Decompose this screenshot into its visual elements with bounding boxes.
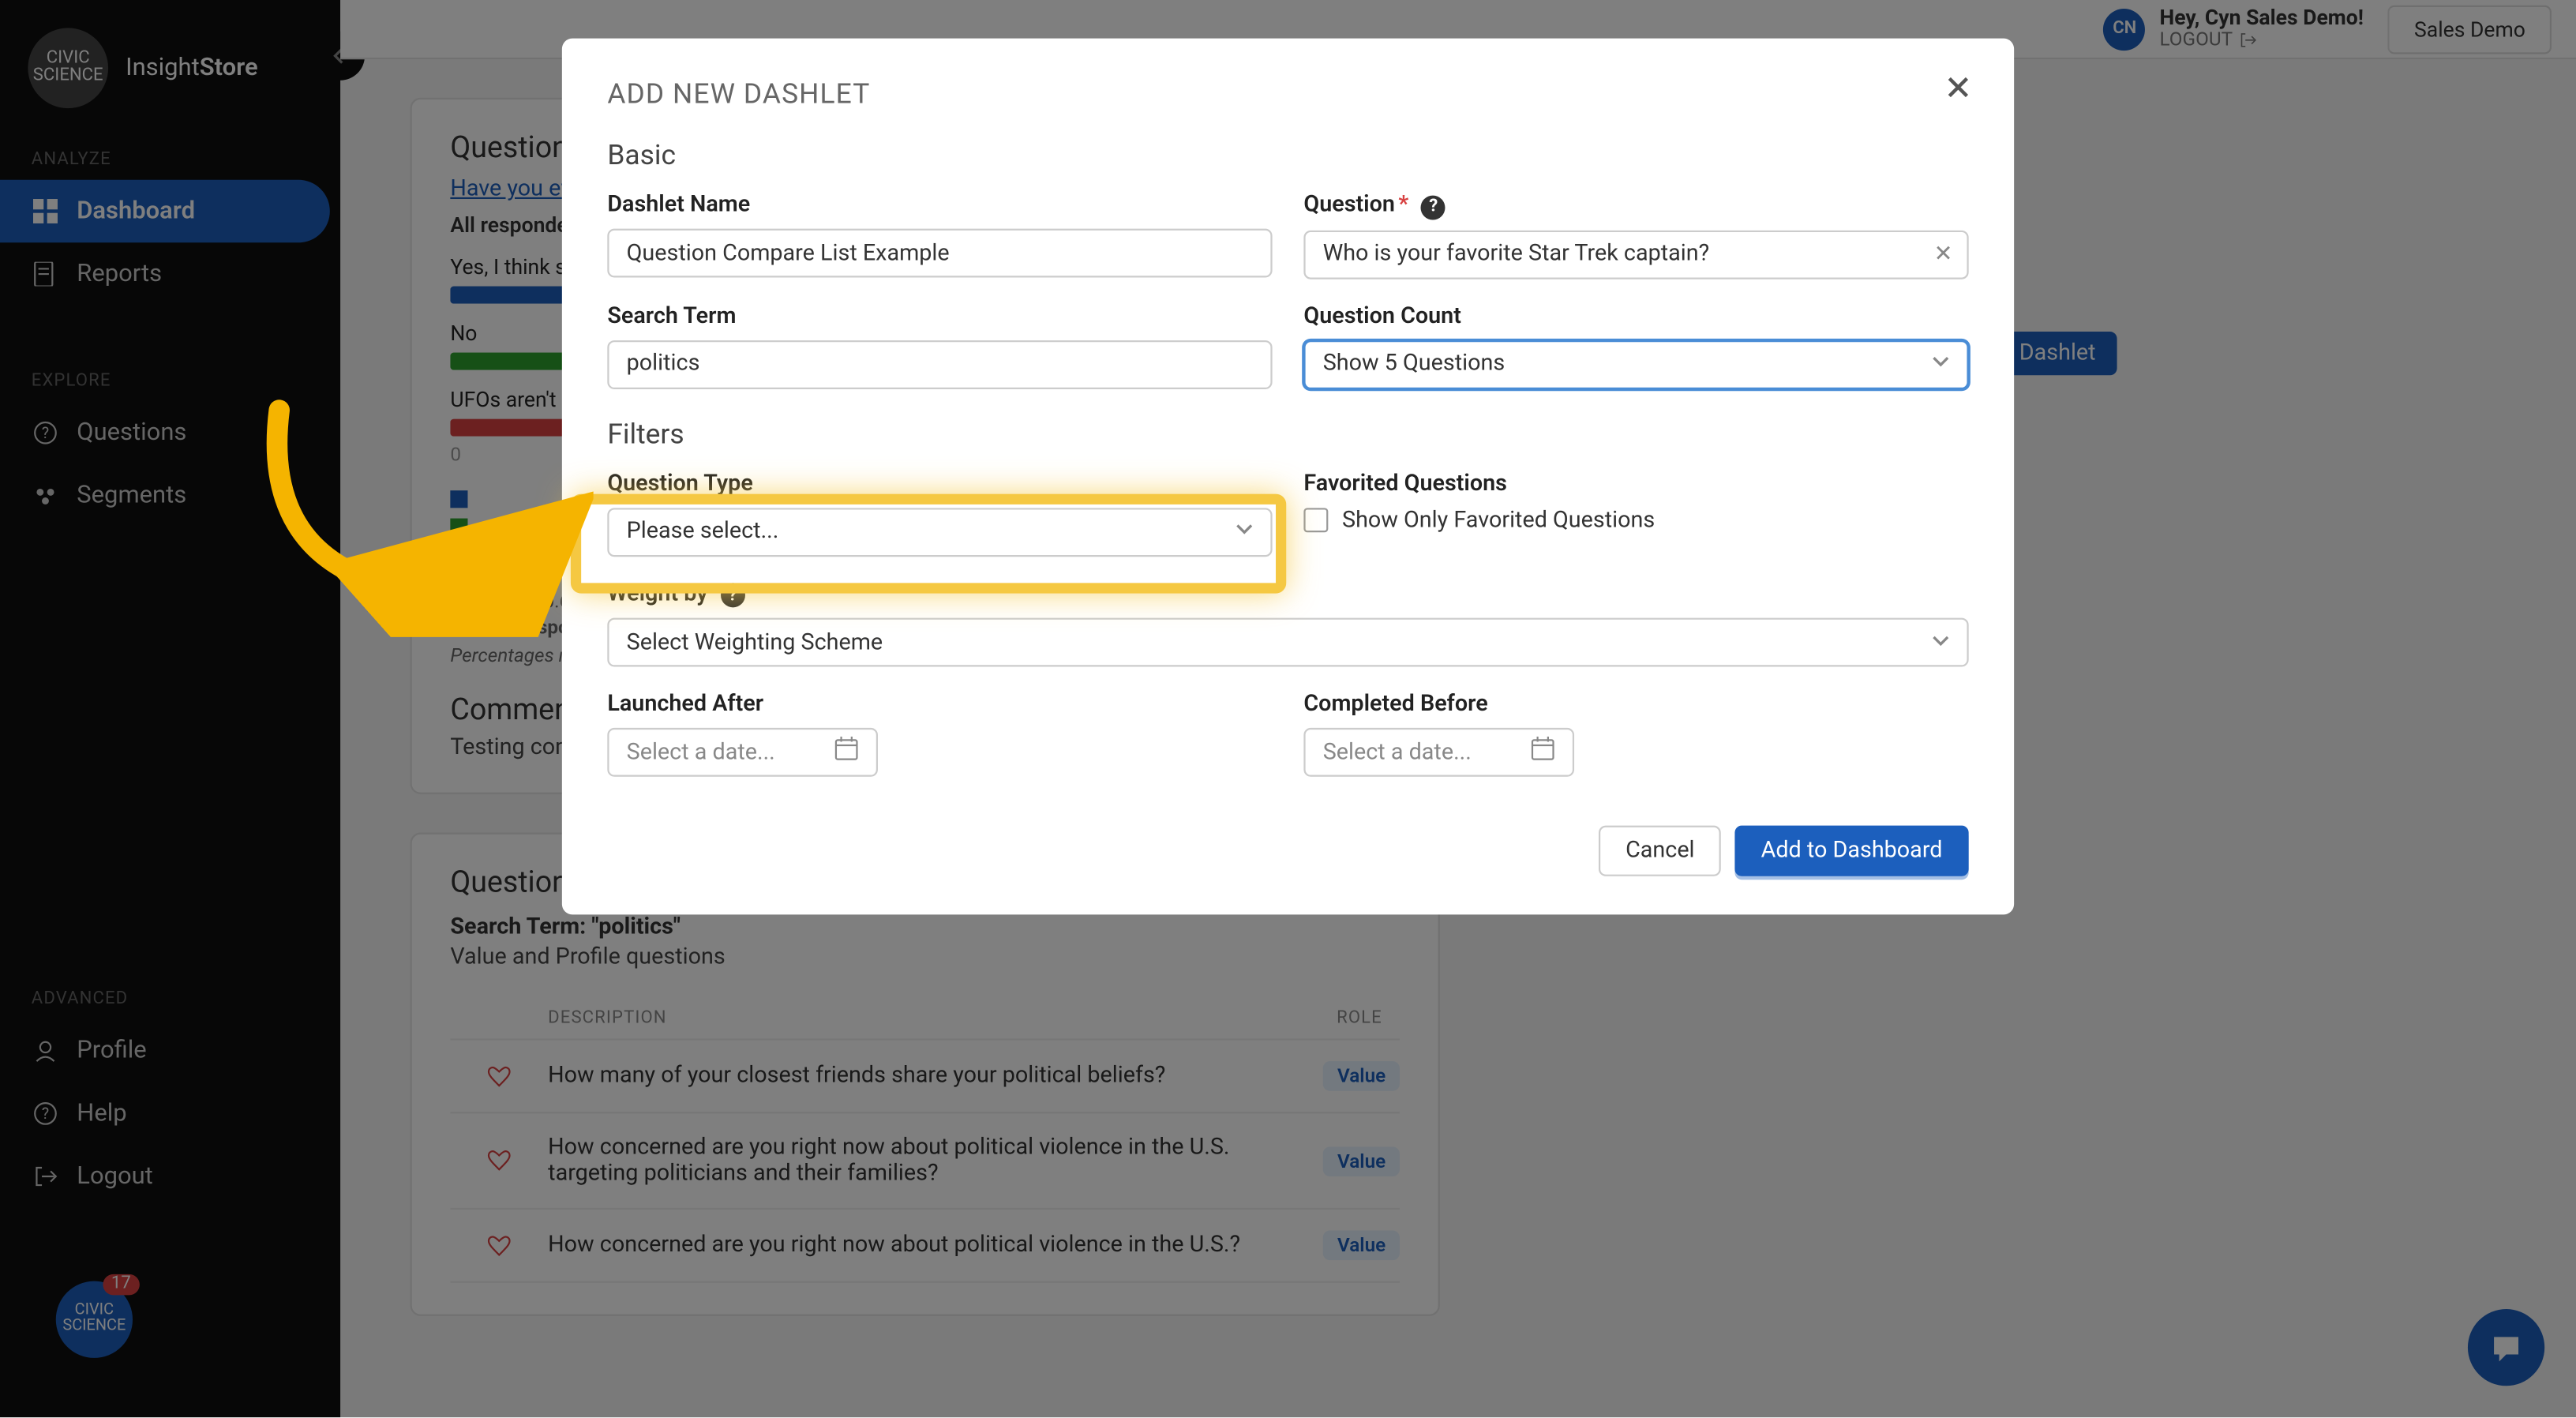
calendar-icon (1531, 737, 1555, 768)
chevron-down-icon (1932, 629, 1949, 655)
search-term-input[interactable]: politics (607, 339, 1272, 388)
close-icon (1944, 73, 1972, 101)
cancel-button[interactable]: Cancel (1599, 826, 1721, 876)
search-term-label: Search Term (607, 303, 1272, 329)
modal-close-button[interactable] (1944, 73, 1979, 108)
section-filters: Filters (607, 416, 1968, 449)
question-type-select[interactable]: Please select... (607, 507, 1272, 556)
chevron-down-icon (1932, 351, 1949, 377)
info-icon[interactable]: ? (1421, 194, 1445, 219)
section-basic: Basic (607, 138, 1968, 171)
favorited-checkbox[interactable]: Show Only Favorited Questions (1303, 507, 1968, 533)
calendar-icon (834, 737, 859, 768)
completed-before-input[interactable]: Select a date... (1303, 728, 1574, 777)
info-icon[interactable]: ? (721, 583, 745, 607)
chevron-down-icon (1236, 519, 1253, 545)
favorited-questions-label: Favorited Questions (1303, 471, 1968, 497)
add-to-dashboard-button[interactable]: Add to Dashboard (1734, 826, 1968, 876)
clear-icon[interactable]: ✕ (1934, 241, 1953, 267)
question-count-select[interactable]: Show 5 Questions (1303, 339, 1968, 388)
question-count-label: Question Count (1303, 303, 1968, 329)
question-input[interactable]: Who is your favorite Star Trek captain? … (1303, 230, 1968, 279)
question-label: Question* ? (1303, 192, 1968, 219)
weight-by-select[interactable]: Select Weighting Scheme (607, 618, 1968, 667)
weight-by-label: Weight by ? (607, 580, 1968, 607)
launched-after-input[interactable]: Select a date... (607, 728, 878, 777)
add-dashlet-modal: ADD NEW DASHLET Basic Dashlet Name Quest… (562, 39, 2014, 915)
modal-title: ADD NEW DASHLET (607, 77, 1968, 110)
launched-after-label: Launched After (607, 691, 1272, 717)
checkbox-icon (1303, 508, 1328, 532)
dashlet-name-input[interactable]: Question Compare List Example (607, 229, 1272, 278)
question-type-label: Question Type (607, 471, 1272, 497)
completed-before-label: Completed Before (1303, 691, 1968, 717)
dashlet-name-label: Dashlet Name (607, 192, 1272, 218)
